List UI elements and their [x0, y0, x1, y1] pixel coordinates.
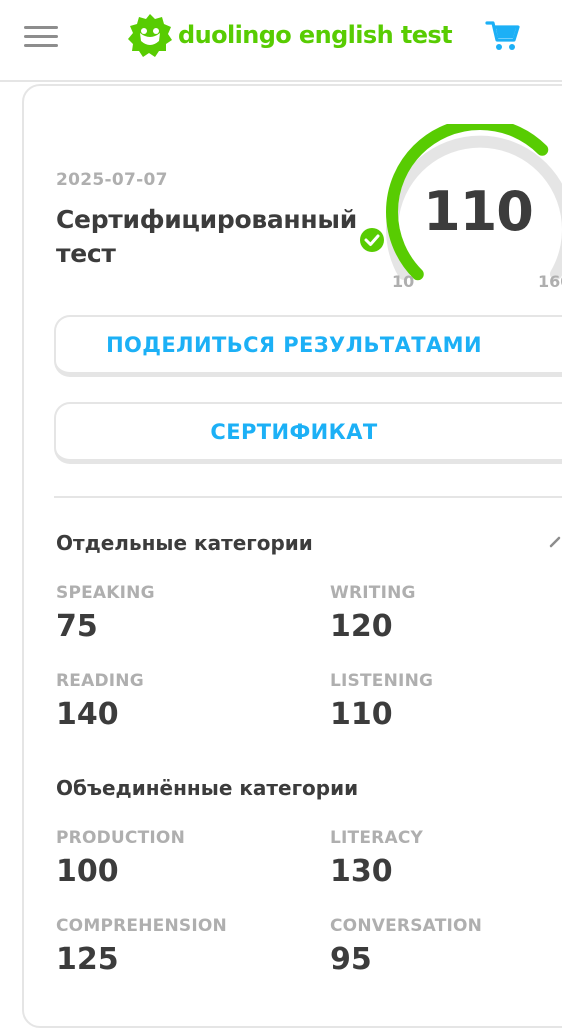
- comprehension-label: COMPREHENSION: [56, 916, 227, 936]
- writing-score: 120: [330, 609, 393, 644]
- hamburger-menu-icon[interactable]: [24, 22, 60, 48]
- individual-categories-title: Отдельные категории: [56, 531, 313, 555]
- duolingo-logo-icon: [128, 14, 172, 57]
- literacy-score: 130: [330, 854, 393, 889]
- certificate-label: СЕРТИФИКАТ: [210, 419, 378, 444]
- test-type-title: Сертифицированный тест: [56, 205, 357, 268]
- production-score: 100: [56, 854, 119, 889]
- reading-label: READING: [56, 671, 144, 691]
- comprehension-score: 125: [56, 942, 119, 977]
- listening-score: 110: [330, 697, 393, 732]
- writing-label: WRITING: [330, 583, 416, 603]
- combined-categories-title: Объединённые категории: [56, 776, 359, 800]
- share-results-button[interactable]: ПОДЕЛИТЬСЯ РЕЗУЛЬТАТАМИ: [54, 315, 562, 377]
- overall-score: 110: [423, 180, 534, 243]
- brand-name: duolingo english test: [178, 21, 453, 49]
- gauge-max-label: 160: [538, 272, 562, 291]
- test-date: 2025-07-07: [56, 170, 168, 190]
- speaking-score: 75: [56, 609, 98, 644]
- gauge-min-label: 10: [392, 272, 415, 291]
- brand-logo[interactable]: duolingo english test: [126, 10, 453, 60]
- certificate-button[interactable]: СЕРТИФИКАТ: [54, 402, 562, 464]
- listening-label: LISTENING: [330, 671, 434, 691]
- speaking-label: SPEAKING: [56, 583, 155, 603]
- divider: [54, 496, 562, 498]
- share-results-label: ПОДЕЛИТЬСЯ РЕЗУЛЬТАТАМИ: [106, 332, 482, 357]
- conversation-label: CONVERSATION: [330, 916, 483, 936]
- chevron-up-icon[interactable]: [548, 534, 562, 550]
- production-label: PRODUCTION: [56, 828, 185, 848]
- conversation-score: 95: [330, 942, 372, 977]
- shopping-cart-icon[interactable]: [484, 16, 522, 54]
- top-bar: duolingo english test: [0, 0, 562, 82]
- literacy-label: LITERACY: [330, 828, 423, 848]
- reading-score: 140: [56, 697, 119, 732]
